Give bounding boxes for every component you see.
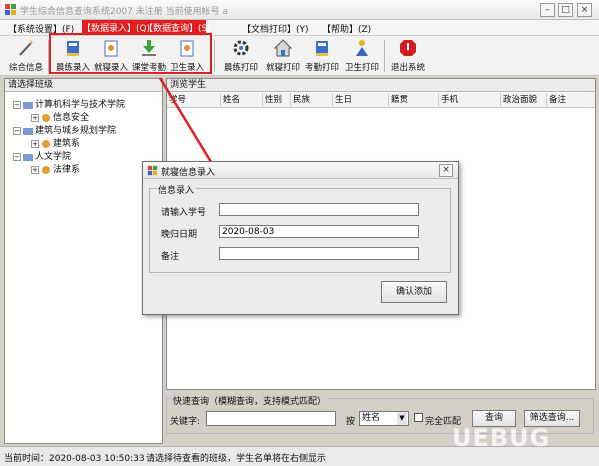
toolbar-separator (214, 40, 215, 72)
close-button[interactable]: × (577, 3, 592, 17)
dialog-close-button[interactable]: × (439, 164, 453, 177)
maximize-button[interactable]: □ (558, 3, 573, 17)
folder-icon (23, 127, 33, 135)
column-header[interactable]: 政治面貌 (501, 93, 547, 108)
toolbar-dorm-print-button[interactable]: 就寝打印 (265, 36, 301, 76)
person-icon (356, 40, 368, 56)
toolbar-label: 晨练打印 (223, 63, 258, 73)
tree-node[interactable]: + 信息安全 (31, 110, 89, 123)
column-header[interactable]: 备注 (547, 93, 595, 108)
toolbar-label: 综合信息 (8, 63, 43, 73)
student-grid-title: 浏览学生 (167, 79, 595, 92)
by-label: 按 (346, 417, 356, 427)
toolbar-exit-button[interactable]: 退出系统 (390, 36, 426, 76)
dialog-title: 就寝信息录入 (161, 168, 216, 178)
menu-document-print[interactable]: 【文档打印】(Y) (242, 22, 309, 35)
column-header[interactable]: 学号 (167, 93, 221, 108)
title-bar: 学生综合信息查询系统2007 未注册 当前使用帐号 a – □ × (0, 0, 599, 20)
tree-node-label: 计算机科学与技术学院 (35, 100, 126, 110)
field-select-value: 姓名 (362, 413, 381, 423)
minimize-button[interactable]: – (540, 3, 555, 17)
keyword-input[interactable] (206, 411, 336, 426)
remark-label: 备注 (161, 252, 180, 262)
class-tree-title: 请选择班级 (5, 79, 162, 92)
class-icon (42, 165, 50, 174)
tree-node-label: 建筑与城乡规划学院 (35, 126, 117, 136)
tree-node-label: 人文学院 (35, 152, 72, 162)
expand-icon[interactable]: + (31, 139, 39, 148)
tree-node-label: 建筑系 (53, 139, 81, 149)
class-icon (42, 113, 50, 122)
watermark: UEBUG (452, 424, 551, 452)
gear-icon (233, 40, 249, 56)
column-header[interactable]: 姓名 (221, 93, 263, 108)
expand-icon[interactable]: − (13, 126, 21, 135)
magic-wand-icon (19, 40, 33, 56)
expand-icon[interactable]: + (31, 113, 39, 122)
remark-input[interactable] (219, 247, 419, 260)
book-icon (316, 41, 328, 56)
class-icon (42, 139, 50, 148)
toolbar-attendance-print-button[interactable]: 考勤打印 (304, 36, 340, 76)
window-title: 学生综合信息查询系统2007 未注册 当前使用帐号 a (20, 7, 229, 17)
app-icon (5, 4, 16, 15)
tree-node-label: 法律系 (53, 165, 81, 175)
menu-help[interactable]: 【帮助】(Z) (322, 22, 371, 35)
toolbar-label: 退出系统 (390, 63, 425, 73)
folder-icon (23, 153, 33, 161)
column-header[interactable]: 民族 (291, 93, 333, 108)
folder-icon (23, 101, 33, 109)
keyword-label: 关键字: (170, 417, 201, 427)
status-hint: 请选择待查看的班级，学生名单将在右侧显示 (146, 454, 327, 464)
column-header[interactable]: 生日 (333, 93, 389, 108)
toolbar-highlight-box (49, 33, 212, 74)
tree-node[interactable]: − 计算机科学与技术学院 (13, 97, 125, 110)
stop-icon (400, 40, 416, 56)
student-id-input[interactable] (219, 203, 419, 216)
expand-icon[interactable]: − (13, 152, 21, 161)
expand-icon[interactable]: + (31, 165, 39, 174)
app-icon (147, 165, 158, 176)
tree-node[interactable]: − 建筑与城乡规划学院 (13, 123, 116, 136)
column-header[interactable]: 性别 (263, 93, 291, 108)
date-label: 晚归日期 (161, 230, 198, 240)
status-time: 当前时间：2020-08-03 10:50:33 (4, 454, 145, 464)
toolbar-overview-button[interactable]: 综合信息 (8, 36, 44, 76)
tree-node[interactable]: + 建筑系 (31, 136, 80, 149)
confirm-add-button[interactable]: 确认添加 (381, 281, 447, 303)
entry-group-legend: 信息录入 (156, 183, 197, 196)
chevron-down-icon[interactable]: ▼ (397, 412, 407, 425)
tree-node[interactable]: − 人文学院 (13, 149, 71, 162)
expand-icon[interactable]: − (13, 100, 21, 109)
toolbar-label: 卫生打印 (344, 63, 379, 73)
exact-match-checkbox[interactable] (414, 413, 423, 422)
column-header[interactable]: 手机 (439, 93, 501, 108)
field-select[interactable]: 姓名 ▼ (359, 411, 409, 426)
dorm-entry-dialog: 就寝信息录入 × 信息录入 请输入学号 晚归日期 备注 确认添加 (142, 161, 459, 315)
student-id-label: 请输入学号 (161, 208, 207, 218)
grid-header: 学号 姓名 性别 民族 生日 籍贯 手机 政治面貌 备注 (167, 93, 595, 108)
toolbar-morning-print-button[interactable]: 晨练打印 (223, 36, 259, 76)
date-input[interactable] (219, 225, 419, 238)
class-tree-panel: 请选择班级 − 计算机科学与技术学院 + 信息安全 − 建筑与城乡规划学院 + 建筑系 … (4, 78, 163, 444)
house-icon (273, 39, 293, 57)
toolbar-hygiene-print-button[interactable]: 卫生打印 (344, 36, 380, 76)
tree-node-label: 信息安全 (53, 113, 90, 123)
column-header[interactable]: 籍贯 (389, 93, 439, 108)
dialog-title-bar: 就寝信息录入 × (143, 162, 458, 179)
quick-search-legend: 快速查询（模糊查询，支持模式匹配） (171, 394, 329, 407)
tree-node[interactable]: + 法律系 (31, 162, 80, 175)
